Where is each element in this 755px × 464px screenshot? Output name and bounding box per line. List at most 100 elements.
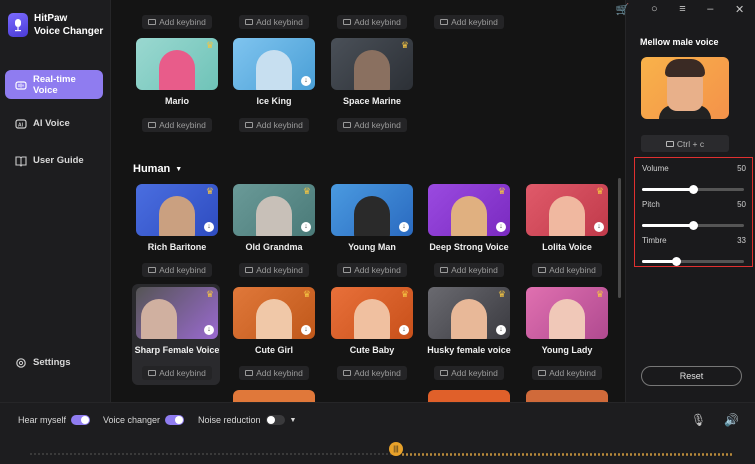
voice-card-mario[interactable]: ♛ Mario bbox=[136, 38, 218, 106]
add-keybind-button[interactable]: Add keybind bbox=[239, 15, 309, 29]
download-icon[interactable]: ↓ bbox=[204, 222, 214, 232]
speaker-icon[interactable]: 🔊 bbox=[724, 413, 739, 427]
add-keybind-button[interactable]: Add keybind bbox=[142, 263, 212, 277]
voice-card-young-lady[interactable]: ♛ Young Lady bbox=[526, 287, 608, 355]
waveform-bar bbox=[138, 453, 140, 455]
waveform-bar bbox=[234, 453, 236, 455]
hear-myself-toggle[interactable] bbox=[71, 415, 91, 425]
download-icon[interactable]: ↓ bbox=[399, 222, 409, 232]
sidebar-item-user-guide[interactable]: User Guide bbox=[5, 146, 103, 175]
voice-card-sharp-female-voice[interactable]: ♛ ↓ Sharp Female Voice bbox=[135, 287, 219, 355]
waveform-bar bbox=[318, 453, 320, 455]
waveform-bar bbox=[70, 453, 72, 455]
waveform-bar bbox=[426, 452, 428, 456]
voice-changer-toggle[interactable] bbox=[165, 415, 185, 425]
voice-card-ice-king[interactable]: ↓ Ice King bbox=[233, 38, 315, 106]
waveform-bar bbox=[446, 452, 448, 456]
slider-thumb[interactable] bbox=[671, 257, 681, 266]
waveform-bar bbox=[386, 453, 388, 455]
add-keybind-button[interactable]: Add keybind bbox=[142, 118, 212, 132]
waveform-bar bbox=[598, 452, 600, 456]
voice-card-rich-baritone[interactable]: ♛ ↓ Rich Baritone bbox=[136, 184, 218, 252]
waveform-bar bbox=[350, 453, 352, 455]
cart-icon[interactable]: 🛒 bbox=[616, 3, 630, 16]
chevron-down-icon[interactable]: ▼ bbox=[290, 417, 297, 424]
voice-card-cute-girl[interactable]: ♛ ↓ Cute Girl bbox=[233, 287, 315, 355]
add-keybind-button[interactable]: Add keybind bbox=[239, 263, 309, 277]
add-keybind-button[interactable]: Add keybind bbox=[142, 15, 212, 29]
slider-thumb[interactable] bbox=[689, 221, 698, 230]
waveform-bar bbox=[142, 453, 144, 455]
add-keybind-button[interactable]: Add keybind bbox=[434, 15, 504, 29]
voice-card-deep-strong-voice[interactable]: ♛ ↓ Deep Strong Voice bbox=[428, 184, 510, 252]
voice-card-young-man[interactable]: ↓ Young Man bbox=[331, 184, 413, 252]
add-keybind-button[interactable]: Add keybind bbox=[337, 118, 407, 132]
add-keybind-button[interactable]: Add keybind bbox=[142, 366, 212, 380]
waveform-bar bbox=[714, 452, 716, 456]
microphone-icon[interactable]: 🎙 bbox=[691, 413, 706, 427]
waveform-bar bbox=[710, 452, 712, 456]
slider-track[interactable] bbox=[642, 221, 744, 230]
waveform-playhead-icon[interactable]: ||| bbox=[389, 442, 403, 456]
waveform-bar bbox=[154, 453, 156, 455]
user-icon[interactable]: ○ bbox=[651, 3, 658, 15]
category-dropdown-human[interactable]: Human ▼ bbox=[133, 163, 182, 175]
waveform-bar bbox=[218, 453, 220, 455]
add-keybind-button[interactable]: Add keybind bbox=[434, 263, 504, 277]
waveform-bar bbox=[86, 453, 88, 455]
slider-thumb[interactable] bbox=[689, 185, 698, 194]
voice-card-cute-baby[interactable]: ♛ ↓ Cute Baby bbox=[331, 287, 413, 355]
slider-track[interactable] bbox=[642, 185, 744, 194]
download-icon[interactable]: ↓ bbox=[301, 222, 311, 232]
section-title: Human bbox=[133, 163, 171, 175]
sidebar-item-ai-voice[interactable]: AI AI Voice bbox=[5, 109, 103, 138]
settings-button[interactable]: Settings bbox=[5, 348, 103, 377]
reset-button[interactable]: Reset bbox=[641, 366, 742, 386]
add-keybind-button[interactable]: Add keybind bbox=[239, 366, 309, 380]
close-icon[interactable]: ✕ bbox=[735, 3, 744, 16]
add-keybind-button[interactable]: Add keybind bbox=[532, 366, 602, 380]
add-keybind-button[interactable]: Add keybind bbox=[532, 263, 602, 277]
keybind-shortcut[interactable]: Ctrl + c bbox=[641, 135, 729, 152]
waveform-bar bbox=[498, 452, 500, 456]
keyboard-icon bbox=[148, 19, 157, 25]
voice-card-space-marine[interactable]: ♛ Space Marine bbox=[331, 38, 413, 106]
download-icon[interactable]: ↓ bbox=[399, 325, 409, 335]
slider-track[interactable] bbox=[642, 257, 744, 266]
noise-reduction-toggle[interactable] bbox=[265, 415, 285, 425]
download-icon[interactable]: ↓ bbox=[594, 222, 604, 232]
waveform-bar bbox=[194, 453, 196, 455]
voice-library: Add keybind Add keybind Add keybind Add … bbox=[112, 0, 624, 402]
crown-icon: ♛ bbox=[595, 289, 604, 299]
add-keybind-button[interactable]: Add keybind bbox=[239, 118, 309, 132]
minimize-icon[interactable]: – bbox=[707, 3, 713, 15]
add-keybind-button[interactable]: Add keybind bbox=[337, 366, 407, 380]
add-keybind-button[interactable]: Add keybind bbox=[434, 366, 504, 380]
download-icon[interactable]: ↓ bbox=[496, 222, 506, 232]
waveform-bar bbox=[226, 453, 228, 455]
keyboard-icon bbox=[343, 19, 352, 25]
voice-card-old-grandma[interactable]: ♛ ↓ Old Grandma bbox=[233, 184, 315, 252]
hear-myself-toggle-group: Hear myself bbox=[18, 415, 91, 425]
waveform-bar bbox=[494, 452, 496, 456]
download-icon[interactable]: ↓ bbox=[204, 325, 214, 335]
add-keybind-button[interactable]: Add keybind bbox=[337, 263, 407, 277]
sidebar-item-real-time-voice[interactable]: Real-time Voice bbox=[5, 70, 103, 99]
waveform-bar bbox=[438, 452, 440, 456]
keyboard-icon bbox=[245, 122, 254, 128]
voice-card-husky-female-voice[interactable]: ♛ ↓ Husky female voice bbox=[427, 287, 511, 355]
download-icon[interactable]: ↓ bbox=[301, 325, 311, 335]
waveform-bar bbox=[270, 453, 272, 455]
waveform-bar bbox=[354, 453, 356, 455]
menu-icon[interactable]: ≡ bbox=[679, 3, 685, 15]
waveform-bar bbox=[310, 453, 312, 455]
scrollbar[interactable] bbox=[618, 178, 621, 298]
add-keybind-button[interactable]: Add keybind bbox=[337, 15, 407, 29]
waveform-bar bbox=[458, 452, 460, 456]
voice-card-lolita-voice[interactable]: ♛ ↓ Lolita Voice bbox=[526, 184, 608, 252]
waveform-bar bbox=[342, 453, 344, 455]
download-icon[interactable]: ↓ bbox=[301, 76, 311, 86]
voice-thumbnail: ♛ ↓ bbox=[136, 287, 218, 339]
download-icon[interactable]: ↓ bbox=[496, 325, 506, 335]
waveform-bar bbox=[98, 453, 100, 455]
